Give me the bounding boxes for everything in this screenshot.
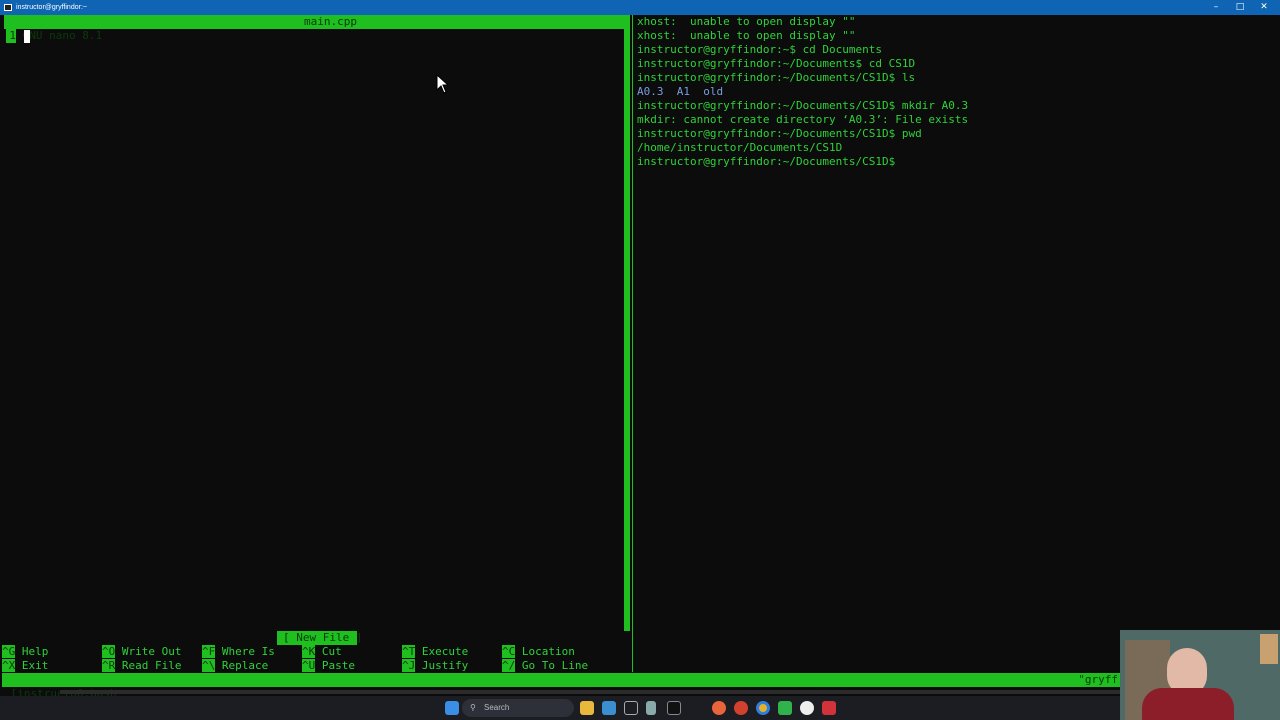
terminal-line: instructor@gryffindor:~$ cd Documents bbox=[637, 43, 883, 56]
nano-header: GNU nano 8.1 main.cpp bbox=[4, 15, 626, 42]
shortcut-help[interactable]: ^G Help bbox=[2, 645, 48, 659]
shortcut-label: Write Out bbox=[121, 645, 182, 658]
shortcut-label: Help bbox=[21, 645, 49, 658]
mouse-cursor-icon bbox=[436, 74, 450, 94]
shortcut-label: Read File bbox=[121, 659, 182, 672]
firefox-icon[interactable] bbox=[712, 701, 726, 715]
shortcut-exit[interactable]: ^X Exit bbox=[2, 659, 48, 673]
horizontal-scrollbar[interactable] bbox=[60, 690, 1120, 694]
terminal-line: A0.3 A1 old bbox=[637, 85, 724, 98]
terminal-icon[interactable] bbox=[667, 701, 681, 715]
terminal-line: instructor@gryffindor:~/Documents/CS1D$ … bbox=[637, 127, 922, 140]
shortcut-key: ^X bbox=[2, 659, 16, 672]
clion-icon[interactable] bbox=[778, 701, 792, 715]
tmux-host: "gryff bbox=[1078, 673, 1118, 686]
powerpoint-icon[interactable] bbox=[734, 701, 748, 715]
shortcut-label: Paste bbox=[321, 659, 355, 672]
shortcut-key: ^G bbox=[2, 645, 16, 658]
terminal-line: instructor@gryffindor:~/Documents/CS1D$ … bbox=[637, 99, 969, 112]
close-icon[interactable]: ✕ bbox=[1252, 0, 1276, 15]
terminal-line: xhost: unable to open display "" bbox=[637, 29, 856, 42]
shortcut-execute[interactable]: ^T Execute bbox=[402, 645, 468, 659]
shortcut-replace[interactable]: ^\ Replace bbox=[202, 659, 268, 673]
shortcut-label: Cut bbox=[321, 645, 342, 658]
shortcut-key: ^U bbox=[302, 659, 316, 672]
status-message: [ New File ] bbox=[277, 631, 362, 645]
chrome-icon[interactable] bbox=[756, 701, 770, 715]
picture-frame bbox=[1260, 634, 1278, 664]
terminal-line: instructor@gryffindor:~/Documents/CS1D$ … bbox=[637, 71, 916, 84]
tmux-status-bar: [instructo0:bash* "gryff bbox=[2, 673, 1120, 700]
shortcut-key: ^K bbox=[302, 645, 316, 658]
windows-start-icon[interactable] bbox=[445, 701, 459, 715]
window-title: instructor@gryffindor:~ bbox=[16, 4, 87, 11]
shortcut-cut[interactable]: ^K Cut bbox=[302, 645, 342, 659]
terminal-line: instructor@gryffindor:~/Documents/CS1D$ bbox=[637, 155, 896, 168]
shortcut-label: Replace bbox=[221, 659, 269, 672]
terminal-line: instructor@gryffindor:~/Documents$ cd CS… bbox=[637, 57, 916, 70]
editor-area[interactable] bbox=[18, 29, 622, 629]
line-number: 1 bbox=[6, 29, 16, 43]
app-icon[interactable] bbox=[800, 701, 814, 715]
search-box[interactable]: ⚲ Search bbox=[462, 699, 574, 717]
shortcut-key: ^T bbox=[402, 645, 416, 658]
shortcut-justify[interactable]: ^J Justify bbox=[402, 659, 468, 673]
webcam-overlay bbox=[1120, 630, 1280, 720]
shortcut-label: Execute bbox=[421, 645, 469, 658]
pane-divider[interactable] bbox=[632, 15, 633, 672]
shortcut-label: Exit bbox=[21, 659, 49, 672]
shortcut-key: ^J bbox=[402, 659, 416, 672]
shortcut-key: ^F bbox=[202, 645, 216, 658]
shortcut-where-is[interactable]: ^F Where Is bbox=[202, 645, 275, 659]
shortcut-label: Location bbox=[521, 645, 575, 658]
shortcut-read-file[interactable]: ^R Read File bbox=[102, 659, 181, 673]
mail-icon[interactable] bbox=[602, 701, 616, 715]
shortcut-label: Where Is bbox=[221, 645, 275, 658]
shortcut-key: ^/ bbox=[502, 659, 516, 672]
maximize-icon[interactable]: □ bbox=[1228, 0, 1252, 15]
terminal-line: /home/instructor/Documents/CS1D bbox=[637, 141, 843, 154]
terminal-line: xhost: unable to open display "" bbox=[637, 15, 856, 28]
terminal-icon bbox=[4, 4, 12, 11]
person-shirt bbox=[1142, 688, 1234, 720]
terminal-pane[interactable]: xhost: unable to open display "" xhost: u… bbox=[637, 15, 968, 169]
window-titlebar: instructor@gryffindor:~ – □ ✕ bbox=[0, 0, 1280, 15]
taskbar: ⚲ Search bbox=[0, 696, 1280, 720]
shortcut-paste[interactable]: ^U Paste bbox=[302, 659, 355, 673]
nano-filename: main.cpp bbox=[304, 15, 357, 28]
shortcut-go-to-line[interactable]: ^/ Go To Line bbox=[502, 659, 588, 673]
app-red-icon[interactable] bbox=[822, 701, 836, 715]
shortcut-key: ^C bbox=[502, 645, 516, 658]
shortcut-location[interactable]: ^C Location bbox=[502, 645, 575, 659]
snipping-tool-icon[interactable] bbox=[624, 701, 638, 715]
search-icon: ⚲ bbox=[470, 703, 476, 712]
shortcut-write-out[interactable]: ^O Write Out bbox=[102, 645, 181, 659]
calculator-icon[interactable] bbox=[646, 701, 656, 715]
shortcut-key: ^R bbox=[102, 659, 116, 672]
nano-scrollbar[interactable] bbox=[624, 15, 630, 631]
shortcut-label: Go To Line bbox=[521, 659, 589, 672]
shortcut-label: Justify bbox=[421, 659, 469, 672]
search-placeholder: Search bbox=[484, 703, 510, 712]
file-explorer-icon[interactable] bbox=[580, 701, 594, 715]
minimize-icon[interactable]: – bbox=[1204, 0, 1228, 15]
shortcut-key: ^\ bbox=[202, 659, 216, 672]
terminal-line: mkdir: cannot create directory ‘A0.3’: F… bbox=[637, 113, 969, 126]
shortcut-key: ^O bbox=[102, 645, 116, 658]
